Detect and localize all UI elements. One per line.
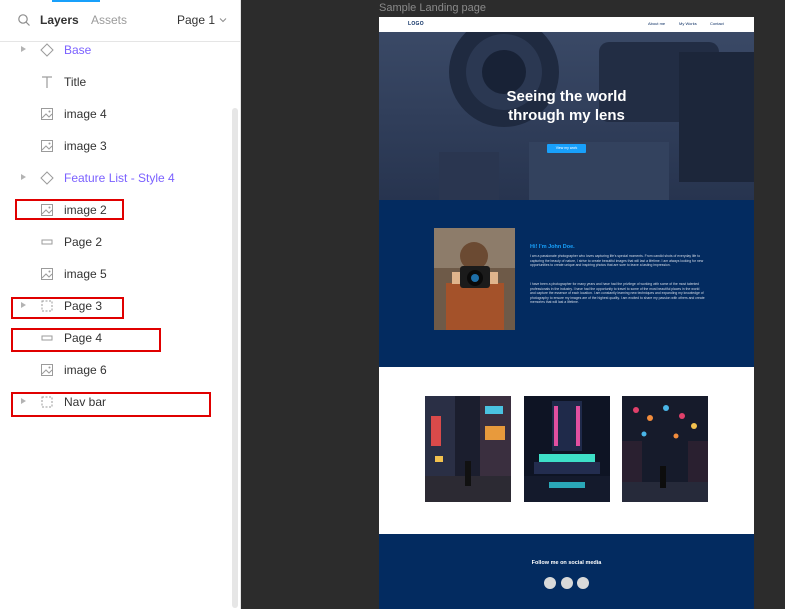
- footer-text[interactable]: Follow me on social media: [379, 560, 754, 566]
- hero-title-line-1: Seeing the world: [506, 88, 627, 105]
- city-street-image: [425, 396, 511, 502]
- component-icon: [40, 43, 54, 57]
- landing-page-frame[interactable]: LOGO About me My Works Contact Seeing th…: [379, 17, 754, 609]
- layer-row[interactable]: image 6: [0, 354, 230, 386]
- portrait-image[interactable]: [434, 228, 515, 330]
- footer-section[interactable]: Follow me on social media: [379, 534, 754, 609]
- highlight-box-nav-bar: [11, 392, 211, 417]
- gallery-photo-2[interactable]: [524, 396, 610, 502]
- page-selector[interactable]: Page 1: [177, 13, 227, 27]
- layer-name: image 6: [64, 363, 107, 377]
- view-my-work-button[interactable]: View my work: [547, 144, 586, 153]
- search-icon[interactable]: [17, 13, 31, 27]
- chevron-down-icon: [219, 18, 227, 23]
- portrait-illustration: [434, 228, 515, 330]
- rectangle-icon: [41, 239, 53, 245]
- highlight-box-page-3: [11, 297, 124, 319]
- nav-link-about[interactable]: About me: [648, 21, 665, 26]
- about-paragraph-2[interactable]: I have been a photographer for many year…: [530, 282, 705, 305]
- layer-name: image 3: [64, 139, 107, 153]
- caret-right-icon[interactable]: [20, 45, 27, 53]
- social-icon-2[interactable]: [561, 577, 573, 589]
- about-paragraph-1[interactable]: I am a passionate photographer who loves…: [530, 254, 705, 268]
- tab-layers[interactable]: Layers: [40, 13, 79, 27]
- about-section[interactable]: Hi! I'm John Doe. I am a passionate phot…: [379, 200, 754, 367]
- alley-lanterns-image: [622, 396, 708, 502]
- frame-label[interactable]: Sample Landing page: [379, 2, 486, 14]
- page-selector-label: Page 1: [177, 13, 216, 27]
- layer-row[interactable]: Base: [0, 34, 230, 66]
- gallery-photo-1[interactable]: [425, 396, 511, 502]
- image-icon: [41, 108, 53, 120]
- landing-logo[interactable]: LOGO: [408, 21, 424, 27]
- hero-title-line-2: through my lens: [508, 107, 625, 124]
- layer-row[interactable]: image 5: [0, 258, 230, 290]
- layer-name: Title: [64, 75, 87, 89]
- highlight-box-image-2: [15, 199, 124, 220]
- component-icon: [40, 171, 54, 185]
- layer-row[interactable]: image 4: [0, 98, 230, 130]
- image-icon: [41, 364, 53, 376]
- layer-row[interactable]: image 3: [0, 130, 230, 162]
- nav-link-works[interactable]: My Works: [679, 21, 697, 26]
- caret-right-icon[interactable]: [20, 173, 27, 181]
- highlight-box-page-4: [11, 328, 161, 352]
- tab-assets[interactable]: Assets: [91, 13, 127, 27]
- gallery-section[interactable]: [379, 367, 754, 534]
- hero-section[interactable]: Seeing the world through my lens View my…: [379, 32, 754, 200]
- social-icon-3[interactable]: [577, 577, 589, 589]
- layer-name: Page 2: [64, 235, 103, 249]
- image-icon: [41, 140, 53, 152]
- layer-name: image 5: [64, 267, 107, 281]
- landing-nav-bar[interactable]: LOGO About me My Works Contact: [379, 17, 754, 32]
- layer-row[interactable]: Page 2: [0, 226, 230, 258]
- gallery-photo-3[interactable]: [622, 396, 708, 502]
- hero-title[interactable]: Seeing the world through my lens: [379, 87, 754, 125]
- layer-name: image 4: [64, 107, 107, 121]
- layer-name: Feature List - Style 4: [64, 171, 175, 185]
- layer-row[interactable]: Feature List - Style 4: [0, 162, 230, 194]
- theater-night-image: [524, 396, 610, 502]
- social-icon-1[interactable]: [544, 577, 556, 589]
- image-icon: [41, 268, 53, 280]
- scrollbar[interactable]: [232, 108, 238, 608]
- text-icon: [42, 76, 52, 88]
- about-heading[interactable]: Hi! I'm John Doe.: [530, 244, 575, 250]
- nav-link-contact[interactable]: Contact: [710, 21, 724, 26]
- layer-row[interactable]: Title: [0, 66, 230, 98]
- layer-name: Base: [64, 43, 92, 57]
